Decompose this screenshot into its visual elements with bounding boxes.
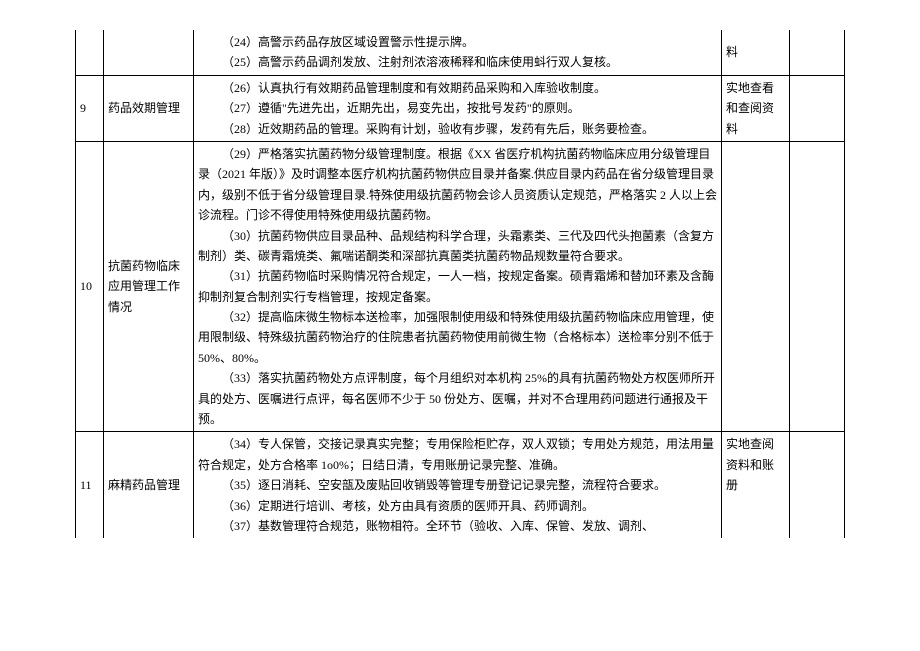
content-line: （33）落实抗菌药物处方点评制度，每个月组织对本机构 25%的具有抗菌药物处方权… [198,368,717,429]
row-content: （24）高警示药品存放区域设置警示性提示牌。 （25）高警示药品调剂发放、注射剂… [194,30,722,75]
row-name: 药品效期管理 [104,75,194,141]
row-name [104,30,194,75]
content-line: （31）抗菌药物临时采购情况符合规定，一人一档，按规定备案。硕青霜烯和替加环素及… [198,266,717,307]
row-content: （29）严格落实抗菌药物分级管理制度。根据《XX 省医疗机构抗菌药物临床应用分级… [194,141,722,431]
content-line: （35）逐日消耗、空安瓿及废贴回收销毁等管理专册登记记录完整，流程符合要求。 [198,475,717,495]
content-line: （37）基数管理符合规范，账物相符。全环节（验收、入库、保管、发放、调剂、 [198,516,717,536]
content-line: （27）遵循"先进先出，近期先出，易变先出，按批号发药"的原则。 [198,98,717,118]
row-blank [790,141,845,431]
row-blank [790,30,845,75]
row-num: 11 [76,432,104,538]
content-line: （32）提高临床微生物标本送检率，加强限制使用级和特殊使用级抗菌药物临床应用管理… [198,307,717,368]
row-content: （26）认真执行有效期药品管理制度和有效期药品采购和入库验收制度。 （27）遵循… [194,75,722,141]
row-name: 抗菌药物临床应用管理工作情况 [104,141,194,431]
row-name: 麻精药品管理 [104,432,194,538]
row-method [722,141,790,431]
content-line: （30）抗菌药物供应目录品种、品规结构科学合理，头霜素类、三代及四代头抱菌素（含… [198,226,717,267]
content-line: （34）专人保管，交接记录真实完整；专用保险柜贮存，双人双锁；专用处方规范，用法… [198,434,717,475]
content-line: （28）近效期药品的管理。采购有计划，验收有步骤，发药有先后，账务要检查。 [198,119,717,139]
row-num [76,30,104,75]
content-line: （26）认真执行有效期药品管理制度和有效期药品采购和入库验收制度。 [198,78,717,98]
content-line: （25）高警示药品调剂发放、注射剂浓溶液稀释和临床使用蚪行双人复核。 [198,52,717,72]
row-blank [790,75,845,141]
regulation-table: （24）高警示药品存放区域设置警示性提示牌。 （25）高警示药品调剂发放、注射剂… [75,30,845,538]
row-method: 实地查看和查阅资料 [722,75,790,141]
row-blank [790,432,845,538]
row-method: 实地查阅资料和账册 [722,432,790,538]
row-method: 料 [722,30,790,75]
content-line: （29）严格落实抗菌药物分级管理制度。根据《XX 省医疗机构抗菌药物临床应用分级… [198,144,717,226]
row-num: 10 [76,141,104,431]
row-content: （34）专人保管，交接记录真实完整；专用保险柜贮存，双人双锁；专用处方规范，用法… [194,432,722,538]
content-line: （24）高警示药品存放区域设置警示性提示牌。 [198,32,717,52]
content-line: （36）定期进行培训、考核，处方由具有资质的医师开具、药师调剂。 [198,496,717,516]
row-num: 9 [76,75,104,141]
